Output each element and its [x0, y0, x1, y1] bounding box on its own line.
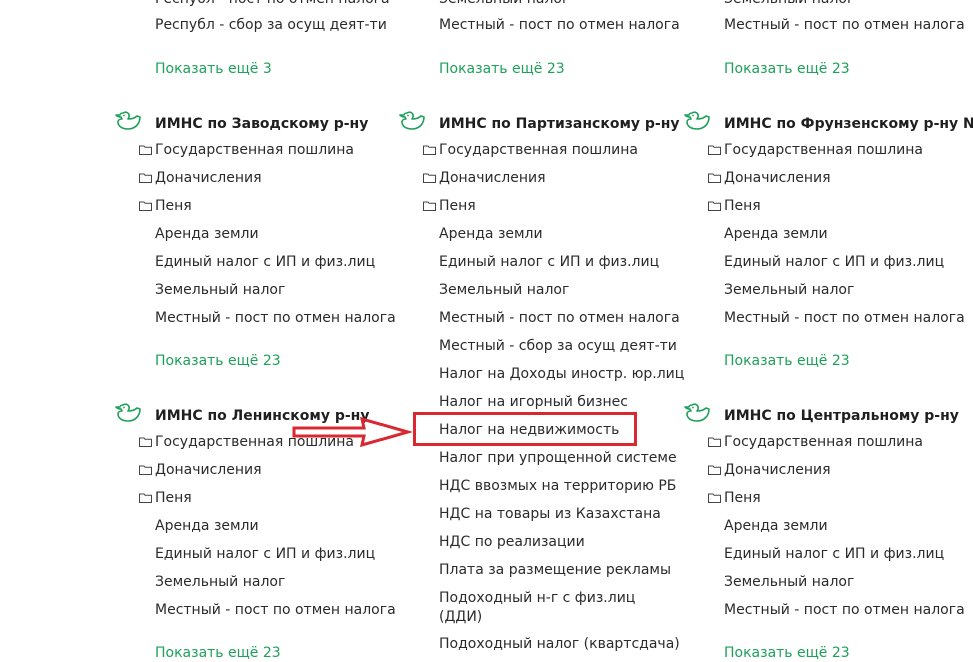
section-title[interactable]: ИМНС по Центральному р-ну: [724, 407, 959, 425]
list-item[interactable]: Аренда земли: [724, 225, 828, 243]
list-item[interactable]: Подоходный н-г с физ.лиц (ДДИ): [439, 589, 654, 627]
list-item[interactable]: Налог при упрощенной системе: [439, 449, 677, 467]
list-item[interactable]: НДС по реализации: [439, 533, 585, 551]
folder-item[interactable]: Доначисления: [724, 169, 831, 187]
folder-item[interactable]: Государственная пошлина: [439, 141, 638, 159]
folder-item[interactable]: Доначисления: [724, 461, 831, 479]
folder-icon: [708, 201, 721, 211]
duck-icon: [115, 403, 141, 422]
folder-icon: [139, 437, 152, 447]
list-item[interactable]: Земельный налог: [724, 281, 854, 299]
list-item[interactable]: Республ - сбор за осущ деят-ти: [155, 16, 387, 34]
list-item[interactable]: Единый налог с ИП и физ.лиц: [724, 545, 944, 563]
annotation-arrow-icon: [292, 417, 412, 447]
list-item[interactable]: Земельный налог: [439, 281, 569, 299]
folder-item[interactable]: Государственная пошлина: [155, 141, 354, 159]
folder-item[interactable]: Пеня: [439, 197, 476, 215]
folder-item[interactable]: Государственная пошлина: [724, 433, 923, 451]
folder-icon: [139, 493, 152, 503]
folder-icon: [708, 145, 721, 155]
list-item[interactable]: Земельный налог: [439, 0, 569, 8]
folder-item[interactable]: Государственная пошлина: [724, 141, 923, 159]
list-item[interactable]: Налог на игорный бизнес: [439, 393, 628, 411]
show-more-link[interactable]: Показать ещё 23: [724, 60, 850, 78]
list-item[interactable]: НДС ввозмых на территорию РБ: [439, 477, 676, 495]
list-item[interactable]: Местный - пост по отмен налога: [724, 16, 965, 34]
folder-item[interactable]: Пеня: [155, 197, 192, 215]
list-item[interactable]: Аренда земли: [155, 517, 259, 535]
list-item[interactable]: Аренда земли: [724, 517, 828, 535]
folder-item[interactable]: Доначисления: [155, 461, 262, 479]
duck-icon: [399, 111, 425, 130]
list-item[interactable]: Аренда земли: [155, 225, 259, 243]
list-item[interactable]: Республ - пост по отмен налога: [155, 0, 390, 8]
show-more-link[interactable]: Показать ещё 23: [724, 352, 850, 370]
show-more-link[interactable]: Показать ещё 3: [155, 60, 272, 78]
list-item[interactable]: Земельный налог: [724, 0, 854, 8]
duck-icon: [115, 111, 141, 130]
list-item[interactable]: Налог на Доходы иностр. юр.лиц: [439, 365, 684, 383]
show-more-link[interactable]: Показать ещё 23: [724, 644, 850, 662]
list-item[interactable]: Земельный налог: [155, 573, 285, 591]
folder-item[interactable]: Пеня: [724, 489, 761, 507]
folder-item[interactable]: Пеня: [155, 489, 192, 507]
duck-icon: [684, 111, 710, 130]
list-item[interactable]: НДС на товары из Казахстана: [439, 505, 661, 523]
list-item[interactable]: Местный - пост по отмен налога: [155, 309, 396, 327]
folder-icon: [139, 465, 152, 475]
folder-icon: [139, 173, 152, 183]
folder-icon: [139, 145, 152, 155]
folder-item[interactable]: Доначисления: [439, 169, 546, 187]
show-more-link[interactable]: Показать ещё 23: [155, 352, 281, 370]
list-item[interactable]: Единый налог с ИП и физ.лиц: [439, 253, 659, 271]
show-more-link[interactable]: Показать ещё 23: [439, 60, 565, 78]
folder-item[interactable]: Пеня: [724, 197, 761, 215]
section-title[interactable]: ИМНС по Партизанскому р-ну: [439, 115, 680, 133]
list-item[interactable]: Единый налог с ИП и физ.лиц: [724, 253, 944, 271]
folder-icon: [708, 437, 721, 447]
section-title[interactable]: ИМНС по Заводскому р-ну: [155, 115, 368, 133]
list-item[interactable]: Местный - пост по отмен налога: [724, 601, 965, 619]
list-item[interactable]: Плата за размещение рекламы: [439, 561, 671, 579]
list-item[interactable]: Местный - пост по отмен налога: [155, 601, 396, 619]
list-item[interactable]: Местный - пост по отмен налога: [724, 309, 965, 327]
highlight-box: [413, 412, 637, 446]
folder-icon: [423, 201, 436, 211]
folder-icon: [423, 145, 436, 155]
list-item[interactable]: Местный - пост по отмен налога: [439, 309, 680, 327]
folder-icon: [423, 173, 436, 183]
duck-icon: [684, 403, 710, 422]
show-more-link[interactable]: Показать ещё 23: [155, 644, 281, 662]
list-item[interactable]: Местный - сбор за осущ деят-ти: [439, 337, 677, 355]
list-item[interactable]: Земельный налог: [724, 573, 854, 591]
folder-icon: [708, 493, 721, 503]
section-title[interactable]: ИМНС по Фрунзенскому р-ну N2: [724, 115, 973, 133]
folder-icon: [708, 465, 721, 475]
list-item[interactable]: Единый налог с ИП и физ.лиц: [155, 545, 375, 563]
list-item[interactable]: Местный - пост по отмен налога: [439, 16, 680, 34]
list-item[interactable]: Подоходный налог (квартсдача): [439, 635, 680, 653]
folder-icon: [708, 173, 721, 183]
folder-item[interactable]: Доначисления: [155, 169, 262, 187]
folder-icon: [139, 201, 152, 211]
list-item[interactable]: Земельный налог: [155, 281, 285, 299]
list-item[interactable]: Аренда земли: [439, 225, 543, 243]
list-item[interactable]: Единый налог с ИП и физ.лиц: [155, 253, 375, 271]
